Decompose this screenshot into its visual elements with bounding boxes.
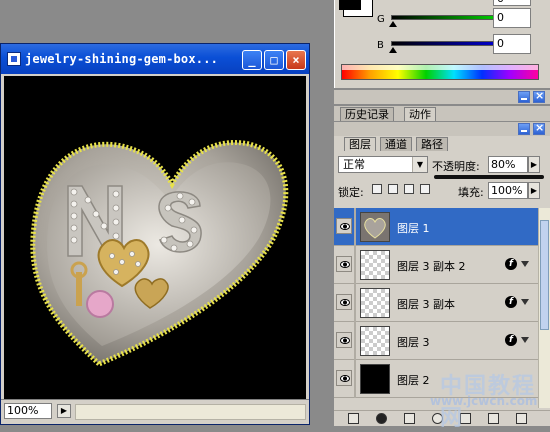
zoom-level-field[interactable]: 100% (4, 403, 52, 419)
layer-link-column[interactable] (354, 360, 356, 398)
eye-icon[interactable] (336, 294, 352, 310)
layer-row[interactable]: 图层 1 (334, 208, 538, 246)
close-icon[interactable] (533, 89, 545, 103)
layer-link-column[interactable] (354, 208, 356, 246)
green-slider-thumb[interactable] (389, 21, 397, 27)
opacity-field[interactable]: 80% (488, 156, 528, 173)
maximize-button[interactable]: □ (264, 50, 284, 70)
eye-icon[interactable] (336, 332, 352, 348)
layer-name: 图层 3 副本 2 (397, 260, 466, 273)
document-title: jewelry-shining-gem-box... (25, 52, 219, 66)
chevron-down-icon[interactable]: ▼ (412, 157, 427, 172)
tab-paths[interactable]: 路径 (416, 137, 448, 151)
color-panel: 0 G 0 B 0 (334, 0, 550, 88)
lock-label: 锁定: (338, 186, 364, 199)
document-window: jewelry-shining-gem-box... _ □ × 100% ▶ (0, 43, 310, 425)
lock-transparency-icon[interactable] (372, 184, 382, 194)
blend-mode-value: 正常 (343, 158, 365, 171)
layer-row[interactable]: 图层 3 副本 2 f (334, 246, 538, 284)
layer-link-column[interactable] (354, 246, 356, 284)
layer-name: 图层 3 副本 (397, 298, 455, 311)
image-canvas[interactable] (4, 76, 306, 400)
history-panel-header (334, 89, 550, 104)
blue-channel-label: B (377, 40, 384, 51)
layer-effects-icon[interactable]: f (505, 296, 517, 308)
layer-thumbnail (360, 288, 390, 318)
add-style-icon[interactable] (376, 413, 387, 424)
foreground-color-swatch[interactable] (339, 0, 361, 10)
minimize-button[interactable]: _ (242, 50, 262, 70)
layer-row[interactable]: 图层 3 f (334, 322, 538, 360)
eye-icon[interactable] (336, 256, 352, 272)
lock-paint-icon[interactable] (388, 184, 398, 194)
blue-channel-value[interactable]: 0 (493, 34, 531, 54)
scrollbar-thumb[interactable] (540, 220, 549, 330)
blend-mode-select[interactable]: 正常 ▼ (338, 156, 428, 173)
horizontal-scrollbar[interactable] (75, 404, 306, 420)
close-button[interactable]: × (286, 50, 306, 70)
document-titlebar[interactable]: jewelry-shining-gem-box... _ □ × (1, 44, 309, 74)
expand-effects-arrow-icon[interactable] (521, 261, 529, 267)
document-statusbar: 100% ▶ (1, 399, 309, 424)
layer-link-column[interactable] (354, 284, 356, 322)
layer-effects-icon[interactable]: f (505, 334, 517, 346)
tab-history[interactable]: 历史记录 (340, 107, 394, 121)
layer-row[interactable]: 图层 3 副本 f (334, 284, 538, 322)
lock-position-icon[interactable] (404, 184, 414, 194)
layer-thumbnail (360, 212, 390, 242)
watermark-url: www.jcwcn.com (430, 394, 538, 408)
photoshop-document-icon (7, 52, 21, 66)
layer-name: 图层 1 (397, 222, 430, 235)
fill-label: 填充: (458, 186, 484, 199)
layer-link-column[interactable] (354, 322, 356, 360)
tab-channels[interactable]: 通道 (380, 137, 412, 151)
layers-panel-tabs: 图层 通道 路径 (334, 136, 550, 153)
red-channel-value[interactable]: 0 (493, 0, 531, 6)
layer-thumbnail (360, 250, 390, 280)
expand-effects-arrow-icon[interactable] (521, 299, 529, 305)
jewelry-box-artwork (30, 140, 289, 367)
eye-icon[interactable] (336, 218, 352, 234)
opacity-scrub-bar (434, 175, 544, 179)
opacity-slider-arrow[interactable]: ▶ (528, 156, 540, 173)
close-icon[interactable] (533, 121, 545, 135)
fill-field[interactable]: 100% (488, 182, 528, 199)
color-spectrum-ramp[interactable] (341, 64, 539, 80)
eye-icon[interactable] (336, 370, 352, 386)
status-menu-arrow-icon[interactable]: ▶ (57, 404, 71, 418)
lock-all-icon[interactable] (420, 184, 430, 194)
layer-name: 图层 3 (397, 336, 430, 349)
blue-slider-thumb[interactable] (389, 47, 397, 53)
expand-effects-arrow-icon[interactable] (521, 337, 529, 343)
green-channel-value[interactable]: 0 (493, 8, 531, 28)
link-layers-icon[interactable] (348, 413, 359, 424)
minimize-icon[interactable] (518, 123, 530, 135)
fill-slider-arrow[interactable]: ▶ (528, 182, 540, 199)
layer-effects-icon[interactable]: f (505, 258, 517, 270)
opacity-label: 不透明度: (432, 160, 480, 173)
tab-actions[interactable]: 动作 (404, 107, 436, 121)
layer-thumbnail (360, 364, 390, 394)
layer-name: 图层 2 (397, 374, 430, 387)
tab-layers[interactable]: 图层 (344, 137, 376, 151)
minimize-icon[interactable] (518, 91, 530, 103)
layers-panel-header (334, 121, 550, 136)
green-channel-label: G (377, 14, 385, 25)
add-mask-icon[interactable] (404, 413, 415, 424)
layer-thumbnail (360, 326, 390, 356)
history-panel-tabs: 历史记录 动作 (334, 106, 550, 121)
